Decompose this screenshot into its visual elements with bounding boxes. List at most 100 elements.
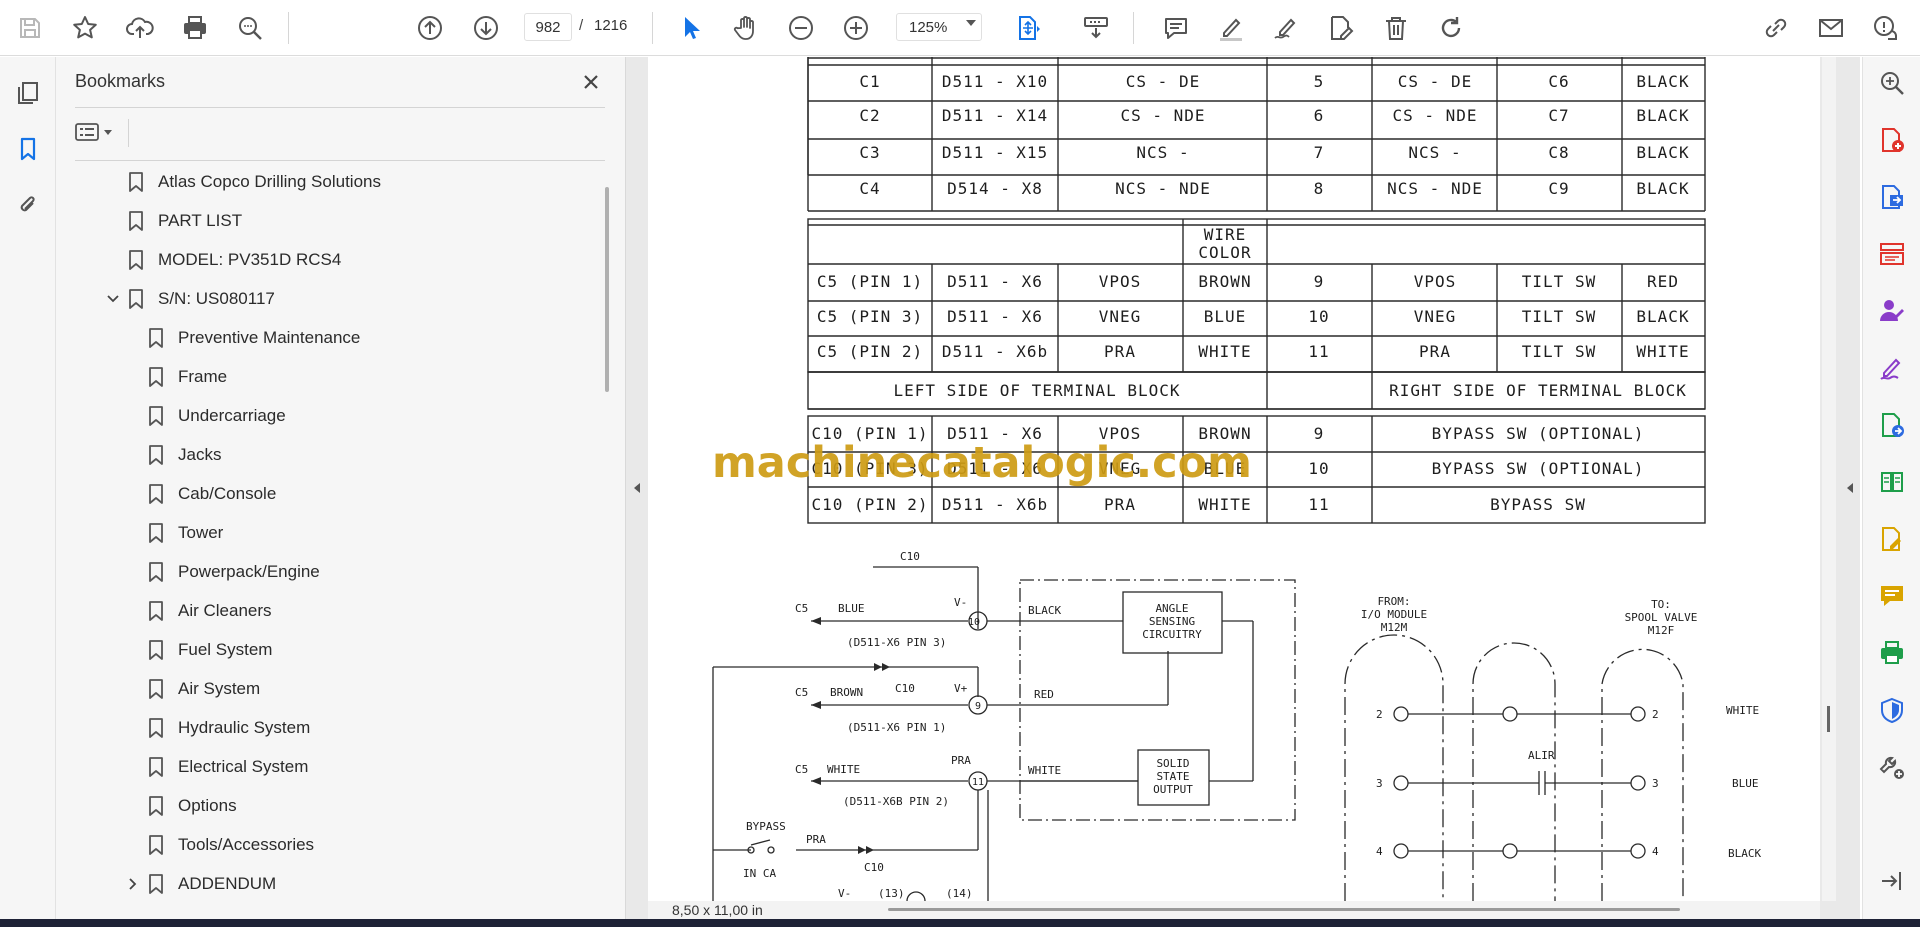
- toolbar-separator: [652, 12, 653, 44]
- export-pdf-icon-2[interactable]: [1876, 409, 1908, 441]
- edit-pdf-tool-icon[interactable]: [1876, 523, 1908, 555]
- close-icon[interactable]: [576, 67, 606, 97]
- bookmarks-scroll-thumb[interactable]: [605, 187, 609, 392]
- bookmark-item[interactable]: Preventive Maintenance: [122, 322, 360, 354]
- document-horizontal-scroll-thumb[interactable]: [888, 908, 1680, 911]
- bookmark-label: PART LIST: [158, 211, 243, 230]
- fill-sign-icon[interactable]: [1876, 352, 1908, 384]
- bookmark-item[interactable]: Tower: [122, 517, 223, 549]
- export-pdf-icon[interactable]: [1876, 124, 1908, 156]
- angle-box-line-1: ANGLE: [1155, 602, 1188, 615]
- to-pin-2: 2: [1652, 708, 1659, 721]
- print-production-icon[interactable]: [1876, 637, 1908, 669]
- bookmark-item[interactable]: Undercarriage: [122, 400, 286, 432]
- angle-box-line-2: SENSING: [1149, 615, 1195, 628]
- bookmark-item[interactable]: Powerpack/Engine: [122, 556, 320, 588]
- more-tools-icon[interactable]: [1876, 751, 1908, 783]
- bookmark-item[interactable]: Tools/Accessories: [122, 829, 314, 861]
- table-cell: 10: [1308, 459, 1329, 478]
- bookmark-item[interactable]: Cab/Console: [122, 478, 276, 510]
- page-up-icon[interactable]: [412, 10, 448, 46]
- bookmark-options-button[interactable]: [75, 117, 119, 147]
- sign-icon[interactable]: [1268, 10, 1304, 46]
- from-label-2: I/O MODULE: [1361, 608, 1427, 621]
- document-vertical-scroll-thumb[interactable]: [1827, 706, 1830, 732]
- star-icon[interactable]: [67, 10, 103, 46]
- chevron-right-icon[interactable]: [122, 873, 144, 895]
- bookmark-item[interactable]: Air System: [122, 673, 260, 705]
- label-in-ca: IN CA: [743, 867, 776, 880]
- bookmark-item[interactable]: Frame: [122, 361, 227, 393]
- zoom-in-icon[interactable]: [838, 10, 874, 46]
- table-cell: D511 - X6: [947, 272, 1043, 291]
- hand-icon[interactable]: [728, 10, 764, 46]
- account-help-icon[interactable]: [1868, 10, 1904, 46]
- bookmark-item[interactable]: MODEL: PV351D RCS4: [102, 244, 341, 276]
- comment-tool-icon[interactable]: [1876, 580, 1908, 612]
- collapse-right-panel-icon[interactable]: [1840, 478, 1860, 498]
- page-number-input[interactable]: 982: [524, 13, 572, 41]
- highlight-icon[interactable]: [1213, 10, 1249, 46]
- zoom-search-icon[interactable]: [232, 10, 268, 46]
- toolbar-separator: [288, 12, 289, 44]
- table-cell: C7: [1548, 106, 1569, 125]
- table-cell: RED: [1647, 272, 1679, 291]
- document-vertical-scrollbar[interactable]: [1822, 57, 1836, 901]
- print-icon[interactable]: [177, 10, 213, 46]
- table-cell: NCS -: [1408, 143, 1461, 162]
- zoom-level-select[interactable]: 125%: [896, 13, 982, 41]
- create-pdf-icon[interactable]: [1876, 181, 1908, 213]
- bookmark-item[interactable]: Jacks: [122, 439, 221, 471]
- table-cell: NCS - NDE: [1387, 179, 1483, 198]
- mail-icon[interactable]: [1813, 10, 1849, 46]
- collapse-left-panel-icon[interactable]: [627, 478, 647, 498]
- zoom-tool-icon[interactable]: [1876, 67, 1908, 99]
- compare-icon[interactable]: [1876, 466, 1908, 498]
- edit-pdf-icon[interactable]: [1323, 10, 1359, 46]
- scroll-mode-icon[interactable]: [1078, 10, 1114, 46]
- fit-page-icon[interactable]: [1010, 10, 1046, 46]
- table-cell: VNEG: [1099, 307, 1142, 326]
- bookmark-icon: [128, 288, 144, 310]
- save-icon[interactable]: [12, 10, 48, 46]
- organize-pages-icon[interactable]: [1876, 238, 1908, 270]
- bookmark-label: S/N: US080117: [158, 289, 275, 308]
- bookmark-item[interactable]: Options: [122, 790, 237, 822]
- wire-white-label: WHITE: [1726, 704, 1759, 717]
- table-cell: C9: [1548, 179, 1569, 198]
- bookmark-item[interactable]: S/N: US080117: [102, 283, 275, 315]
- panel-divider: [75, 160, 605, 161]
- share-link-icon[interactable]: [1758, 10, 1794, 46]
- chevron-down-icon[interactable]: [102, 288, 124, 310]
- bookmark-item[interactable]: PART LIST: [102, 205, 242, 237]
- page-down-icon[interactable]: [468, 10, 504, 46]
- bookmark-item[interactable]: ADDENDUM: [122, 868, 276, 900]
- bookmark-item[interactable]: Electrical System: [122, 751, 308, 783]
- bookmark-item[interactable]: Fuel System: [122, 634, 272, 666]
- select-cursor-icon[interactable]: [673, 10, 709, 46]
- table-cell: BYPASS SW: [1490, 495, 1586, 514]
- bookmark-item[interactable]: Air Cleaners: [122, 595, 272, 627]
- protect-icon[interactable]: [1876, 694, 1908, 726]
- attachments-icon[interactable]: [10, 187, 46, 223]
- delete-icon[interactable]: [1378, 10, 1414, 46]
- label-c5-blue: C5: [795, 602, 808, 615]
- upload-icon[interactable]: [122, 10, 158, 46]
- rotate-icon[interactable]: [1433, 10, 1469, 46]
- label-v-minus: V-: [954, 596, 967, 609]
- expand-panel-icon[interactable]: [1876, 865, 1908, 897]
- label-c10-mid: C10: [895, 682, 915, 695]
- bookmarks-icon[interactable]: [10, 131, 46, 167]
- page-thumbnails-icon[interactable]: [10, 75, 46, 111]
- bookmark-label: Jacks: [178, 445, 222, 464]
- chevron-down-icon[interactable]: [966, 20, 976, 26]
- bookmark-item[interactable]: Hydraulic System: [122, 712, 310, 744]
- bookmark-item[interactable]: Atlas Copco Drilling Solutions: [102, 166, 381, 198]
- zoom-out-icon[interactable]: [783, 10, 819, 46]
- request-signature-icon[interactable]: [1876, 295, 1908, 327]
- table-cell: C5 (PIN 1): [817, 272, 923, 291]
- comment-icon[interactable]: [1158, 10, 1194, 46]
